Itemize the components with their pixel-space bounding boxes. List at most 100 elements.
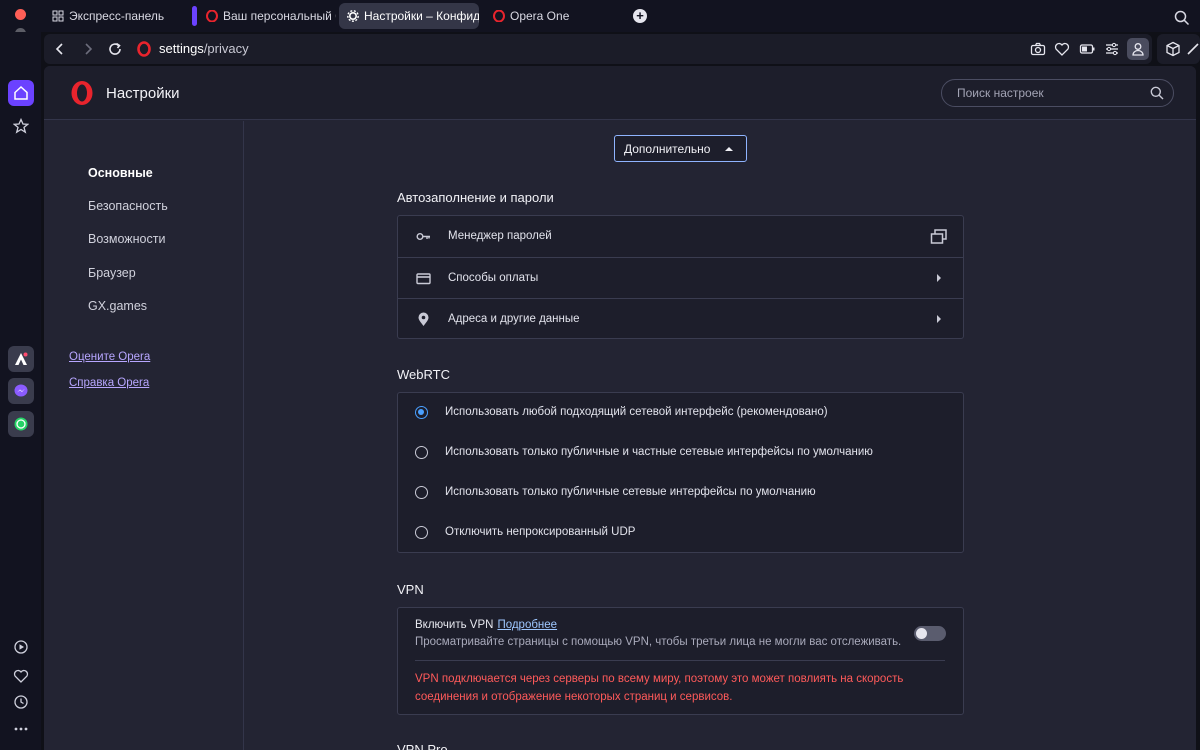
nav-item-basic[interactable]: Основные xyxy=(88,166,153,180)
chevron-right-icon xyxy=(937,315,941,323)
tab-strip: Экспресс-панель Ваш персональный бра Нас… xyxy=(0,0,1200,57)
autofill-section-title: Автозаполнение и пароли xyxy=(397,190,554,205)
close-window-button[interactable] xyxy=(15,9,26,20)
messenger-icon xyxy=(14,384,28,397)
forward-icon[interactable] xyxy=(80,41,96,57)
address-bar: settings/privacy xyxy=(44,34,1152,64)
vpn-warning: VPN подключается через серверы по всему … xyxy=(415,673,904,703)
vpn-more-link[interactable]: Подробнее xyxy=(497,619,557,631)
webrtc-option-label: Использовать любой подходящий сетевой ин… xyxy=(445,406,828,418)
radio-button[interactable] xyxy=(415,486,428,499)
location-pin-icon xyxy=(418,312,429,326)
settings-header: Настройки xyxy=(44,66,1196,120)
nav-item-browser[interactable]: Браузер xyxy=(88,266,136,280)
reload-icon[interactable] xyxy=(107,41,123,57)
battery-saver-icon[interactable] xyxy=(1079,41,1095,57)
autofill-card: Менеджер паролей Способы оплаты Адреса и… xyxy=(397,215,964,339)
radio-button-checked[interactable] xyxy=(415,406,428,419)
webrtc-option-public-private[interactable]: Использовать только публичные и частные … xyxy=(398,433,963,473)
whatsapp-icon xyxy=(14,417,28,431)
sidebar-player-button[interactable] xyxy=(8,634,34,660)
chevron-up-icon xyxy=(725,147,733,151)
settings-search-input[interactable] xyxy=(941,79,1174,107)
sidebar-favorites-button[interactable] xyxy=(8,663,34,689)
opera-icon xyxy=(493,10,505,22)
camera-icon[interactable] xyxy=(1030,41,1046,57)
webrtc-option-public-only[interactable]: Использовать только публичные сетевые ин… xyxy=(398,473,963,513)
back-icon[interactable] xyxy=(52,41,68,57)
opera-logo-icon xyxy=(71,81,93,105)
addresses-row[interactable]: Адреса и другие данные xyxy=(398,298,963,339)
sidebar-messenger-button[interactable] xyxy=(8,378,34,404)
opera-site-icon xyxy=(137,41,151,57)
url-path: /privacy xyxy=(203,41,249,56)
extensions-box xyxy=(1157,34,1200,64)
password-manager-label: Менеджер паролей xyxy=(448,230,552,242)
radio-button[interactable] xyxy=(415,526,428,539)
advanced-dropdown[interactable]: Дополнительно xyxy=(614,135,747,162)
new-tab-button[interactable]: + xyxy=(633,9,647,23)
sidebar-home-button[interactable] xyxy=(8,80,34,106)
tab-label: Экспресс-панель xyxy=(69,9,165,23)
payment-methods-row[interactable]: Способы оплаты xyxy=(398,257,963,298)
key-icon xyxy=(416,232,430,240)
opera-help-link[interactable]: Справка Opera xyxy=(69,377,149,389)
heart-icon[interactable] xyxy=(1054,41,1070,57)
sidebar-more-button[interactable] xyxy=(8,716,34,742)
tab-personal-browser[interactable]: Ваш персональный бра xyxy=(198,3,336,29)
speed-dial-icon xyxy=(52,10,64,22)
user-icon xyxy=(1132,43,1144,56)
advanced-dropdown-label: Дополнительно xyxy=(624,142,711,156)
tab-label: Настройки – Конфиден xyxy=(364,9,479,23)
webrtc-option-any[interactable]: Использовать любой подходящий сетевой ин… xyxy=(398,393,963,433)
credit-card-icon xyxy=(416,273,431,285)
sidebar-whatsapp-button[interactable] xyxy=(8,411,34,437)
url-field[interactable]: settings/privacy xyxy=(159,41,249,56)
tab-settings-privacy[interactable]: Настройки – Конфиден xyxy=(339,3,479,29)
vpn-enable-label: Включить VPN xyxy=(415,619,494,631)
url-host: settings xyxy=(159,41,204,56)
vpn-toggle[interactable] xyxy=(914,626,946,641)
vpn-description: Просматривайте страницы с помощью VPN, ч… xyxy=(415,636,902,648)
tab-search-icon[interactable] xyxy=(1174,10,1190,26)
nav-item-features[interactable]: Возможности xyxy=(88,232,165,246)
gear-icon xyxy=(347,10,359,22)
vpn-section-title: VPN xyxy=(397,582,424,597)
open-external-icon xyxy=(930,229,947,244)
webrtc-card: Использовать любой подходящий сетевой ин… xyxy=(397,392,964,553)
opera-icon xyxy=(206,10,218,22)
tab-label: Opera One xyxy=(510,9,570,23)
snapshot-icon[interactable] xyxy=(1186,41,1200,57)
webrtc-option-label: Использовать только публичные сетевые ин… xyxy=(445,486,816,498)
sidebar xyxy=(0,32,41,750)
tab-speed-dial[interactable]: Экспресс-панель xyxy=(44,3,184,29)
profile-button[interactable] xyxy=(1127,38,1149,60)
password-manager-row[interactable]: Менеджер паролей xyxy=(398,216,963,257)
sidebar-history-button[interactable] xyxy=(8,689,34,715)
nav-item-gx-games[interactable]: GX.games xyxy=(88,299,147,313)
nav-item-security[interactable]: Безопасность xyxy=(88,199,168,213)
star-icon xyxy=(13,118,29,134)
divider xyxy=(415,660,945,661)
tab-opera-one[interactable]: Opera One xyxy=(485,3,615,29)
payment-methods-label: Способы оплаты xyxy=(448,272,539,284)
sidebar-bookmarks-button[interactable] xyxy=(8,113,34,139)
easy-setup-icon[interactable] xyxy=(1104,41,1120,57)
rate-opera-link[interactable]: Оцените Opera xyxy=(69,351,150,363)
home-icon xyxy=(14,85,28,100)
tab-label: Ваш персональный бра xyxy=(223,9,336,23)
heart-icon xyxy=(13,669,29,683)
settings-nav: Основные Безопасность Возможности Браузе… xyxy=(44,121,244,750)
webrtc-option-label: Отключить непроксированный UDP xyxy=(445,526,636,538)
cube-icon[interactable] xyxy=(1165,41,1181,57)
radio-button[interactable] xyxy=(415,446,428,459)
webrtc-option-disable-udp[interactable]: Отключить непроксированный UDP xyxy=(398,513,963,553)
webrtc-option-label: Использовать только публичные и частные … xyxy=(445,446,873,458)
search-icon xyxy=(1150,86,1164,100)
clock-icon xyxy=(14,695,28,709)
webrtc-section-title: WebRTC xyxy=(397,367,450,382)
page-title: Настройки xyxy=(106,85,180,102)
settings-page: Настройки Основные Безопасность Возможно… xyxy=(44,66,1196,750)
sidebar-aria-button[interactable] xyxy=(8,346,34,372)
chevron-right-icon xyxy=(937,274,941,282)
